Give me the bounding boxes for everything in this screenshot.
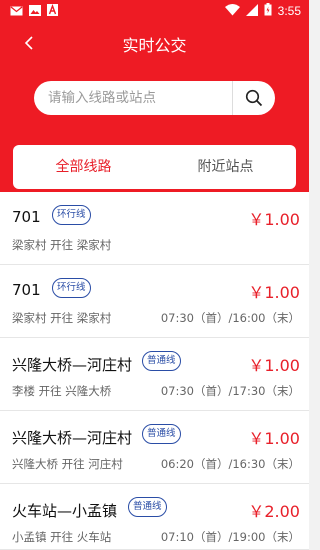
route-row[interactable]: 兴隆大桥—河庄村 普通线 ￥1.00 兴隆大桥 开往 河庄村 06:20（首）/… (0, 411, 309, 484)
route-fare: ￥1.00 (248, 429, 300, 448)
route-name: 701 (12, 208, 41, 226)
route-name: 火车站—小孟镇 (12, 502, 118, 520)
route-type-badge: 环行线 (52, 278, 91, 298)
title-bar: 实时公交 (0, 26, 309, 60)
route-fare: ￥1.00 (248, 356, 300, 375)
route-hours: 07:30（首）/17:30（末） (160, 384, 300, 398)
route-fare: ￥1.00 (248, 210, 300, 229)
route-type-badge: 普通线 (128, 497, 167, 517)
route-row[interactable]: 701 环行线 ￥1.00 梁家村 开往 梁家村 (0, 192, 309, 265)
route-name: 兴隆大桥—河庄村 (12, 429, 133, 447)
tab-bar: 全部线路 附近站点 (13, 145, 296, 189)
route-stops: 梁家村 开往 梁家村 (12, 311, 112, 325)
search-bar (34, 81, 275, 115)
tab-all-routes[interactable]: 全部线路 (13, 145, 154, 189)
route-name: 兴隆大桥—河庄村 (12, 356, 133, 374)
route-row[interactable]: 701 环行线 ￥1.00 梁家村 开往 梁家村 07:30（首）/16:00（… (0, 265, 309, 338)
tab-nearby-stops[interactable]: 附近站点 (155, 145, 296, 189)
route-fare: ￥2.00 (248, 502, 300, 521)
search-button[interactable] (233, 81, 275, 115)
route-hours: 07:10（首）/19:00（末） (160, 530, 300, 544)
mail-icon (10, 5, 23, 19)
status-bar-system: 3:55 (224, 3, 301, 19)
search-icon (245, 89, 263, 107)
status-bar: 3:55 (0, 0, 309, 22)
status-time: 3:55 (277, 4, 301, 18)
route-type-badge: 环行线 (52, 205, 91, 225)
route-fare: ￥1.00 (248, 283, 300, 302)
route-stops: 小孟镇 开往 火车站 (12, 530, 112, 544)
route-name: 701 (12, 281, 41, 299)
page-title: 实时公交 (122, 36, 187, 55)
route-type-badge: 普通线 (142, 424, 181, 444)
image-icon (29, 4, 41, 19)
a-icon (47, 4, 58, 19)
route-row[interactable]: 兴隆大桥—河庄村 普通线 ￥1.00 李楼 开往 兴隆大桥 07:30（首）/1… (0, 338, 309, 411)
route-list: 701 环行线 ￥1.00 梁家村 开往 梁家村 701 环行线 ￥1.00 梁… (0, 192, 309, 550)
route-hours: 06:20（首）/16:30（末） (160, 457, 300, 471)
route-stops: 梁家村 开往 梁家村 (12, 238, 112, 252)
status-bar-notifications (10, 4, 58, 19)
signal-icon (245, 3, 258, 19)
route-type-badge: 普通线 (142, 351, 181, 371)
route-stops: 兴隆大桥 开往 河庄村 (12, 457, 123, 471)
route-hours: 07:30（首）/16:00（末） (160, 311, 300, 325)
search-input[interactable] (48, 81, 228, 115)
route-stops: 李楼 开往 兴隆大桥 (12, 384, 112, 398)
wifi-icon (224, 3, 240, 19)
battery-icon (264, 3, 272, 19)
route-row[interactable]: 火车站—小孟镇 普通线 ￥2.00 小孟镇 开往 火车站 07:10（首）/19… (0, 484, 309, 550)
